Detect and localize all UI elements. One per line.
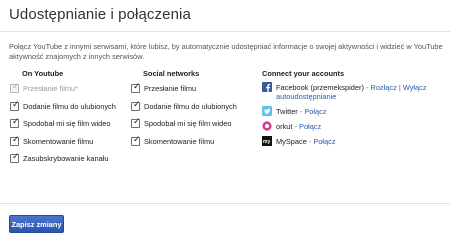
on-youtube-column: On Youtube ✓ Przesłanie filmu* ✓ Dodanie… bbox=[10, 69, 116, 171]
facebook-icon bbox=[262, 82, 272, 92]
social-networks-heading: Social networks bbox=[143, 69, 200, 78]
check-icon: ✓ bbox=[133, 81, 141, 91]
check-icon: ✓ bbox=[133, 133, 141, 144]
save-changes-button[interactable]: Zapisz zmiany bbox=[9, 215, 64, 233]
check-icon: ✓ bbox=[12, 151, 20, 162]
sn-favorite-row[interactable]: ✓ Dodanie filmu do ulubionych bbox=[131, 98, 237, 112]
sn-comment-label[interactable]: Skomentowanie filmu bbox=[144, 137, 214, 146]
check-icon: ✓ bbox=[12, 98, 20, 109]
check-icon: ✓ bbox=[12, 81, 20, 91]
myspace-name: MySpace bbox=[276, 137, 307, 146]
orkut-connect-link[interactable]: Połącz bbox=[299, 122, 321, 131]
check-icon: ✓ bbox=[12, 116, 20, 127]
oy-upload-label: Przesłanie filmu* bbox=[23, 84, 79, 93]
orkut-icon bbox=[262, 121, 272, 131]
oy-favorite-row[interactable]: ✓ Dodanie filmu do ulubionych bbox=[10, 98, 116, 112]
myspace-line: MySpace - Połącz bbox=[276, 137, 336, 146]
check-icon: ✓ bbox=[133, 116, 141, 127]
twitter-icon bbox=[262, 106, 272, 116]
oy-comment-checkbox[interactable]: ✓ bbox=[10, 133, 20, 146]
twitter-connect-link[interactable]: Połącz bbox=[304, 107, 326, 116]
sn-comment-row[interactable]: ✓ Skomentowanie filmu bbox=[131, 133, 237, 147]
oy-upload-checkbox: ✓ bbox=[10, 81, 20, 93]
facebook-disconnect-link[interactable]: Rozłącz bbox=[370, 83, 396, 92]
oy-upload-row: ✓ Przesłanie filmu* bbox=[10, 81, 116, 94]
oy-favorite-label[interactable]: Dodanie filmu do ulubionych bbox=[23, 102, 116, 111]
orkut-line: orkut - Połącz bbox=[276, 122, 322, 131]
oy-favorite-checkbox[interactable]: ✓ bbox=[10, 98, 20, 111]
oy-like-row[interactable]: ✓ Spodobał mi się film wideo bbox=[10, 116, 116, 129]
sn-like-checkbox[interactable]: ✓ bbox=[131, 116, 141, 129]
facebook-line: Facebook (przemekspider) - Rozłącz | Wył… bbox=[276, 83, 427, 101]
footer-divider bbox=[0, 203, 450, 204]
on-youtube-heading: On Youtube bbox=[22, 69, 64, 78]
orkut-row: orkut - Połącz bbox=[262, 121, 442, 131]
check-icon: ✓ bbox=[12, 133, 20, 144]
sn-upload-checkbox[interactable]: ✓ bbox=[131, 81, 141, 93]
title-divider bbox=[0, 31, 450, 32]
myspace-connect-link[interactable]: Połącz bbox=[313, 137, 335, 146]
orkut-name: orkut bbox=[276, 122, 293, 131]
intro-text: Połącz YouTube z innymi serwisami, które… bbox=[9, 42, 443, 61]
oy-like-label[interactable]: Spodobał mi się film wideo bbox=[23, 119, 111, 128]
facebook-name: Facebook (przemekspider) bbox=[276, 83, 364, 92]
facebook-row: Facebook (przemekspider) - Rozłącz | Wył… bbox=[262, 82, 442, 101]
accounts-column: Connect your accounts Facebook (przemeks… bbox=[262, 69, 442, 152]
sn-favorite-checkbox[interactable]: ✓ bbox=[131, 98, 141, 111]
social-networks-column: Social networks ✓ Przesłanie filmu ✓ Dod… bbox=[131, 69, 237, 153]
oy-comment-label[interactable]: Skomentowanie filmu bbox=[23, 137, 93, 146]
sn-upload-label[interactable]: Przesłanie filmu bbox=[144, 84, 196, 93]
sn-upload-row[interactable]: ✓ Przesłanie filmu bbox=[131, 81, 237, 94]
check-icon: ✓ bbox=[133, 98, 141, 109]
myspace-icon: my bbox=[262, 136, 272, 146]
sn-like-row[interactable]: ✓ Spodobał mi się film wideo bbox=[131, 116, 237, 129]
myspace-row: my MySpace - Połącz bbox=[262, 136, 442, 146]
twitter-line: Twitter - Połącz bbox=[276, 107, 327, 116]
oy-comment-row[interactable]: ✓ Skomentowanie filmu bbox=[10, 133, 116, 147]
sn-comment-checkbox[interactable]: ✓ bbox=[131, 133, 141, 146]
page-title: Udostępnianie i połączenia bbox=[9, 6, 191, 23]
sn-favorite-label[interactable]: Dodanie filmu do ulubionych bbox=[144, 102, 237, 111]
oy-like-checkbox[interactable]: ✓ bbox=[10, 116, 20, 129]
oy-subscribe-label[interactable]: Zasubskrybowanie kanału bbox=[23, 154, 108, 163]
sn-like-label[interactable]: Spodobał mi się film wideo bbox=[144, 119, 232, 128]
twitter-name: Twitter bbox=[276, 107, 298, 116]
oy-subscribe-row[interactable]: ✓ Zasubskrybowanie kanału bbox=[10, 151, 116, 164]
accounts-heading: Connect your accounts bbox=[262, 69, 345, 78]
svg-text:my: my bbox=[263, 139, 270, 145]
twitter-row: Twitter - Połącz bbox=[262, 106, 442, 116]
oy-subscribe-checkbox[interactable]: ✓ bbox=[10, 151, 20, 164]
